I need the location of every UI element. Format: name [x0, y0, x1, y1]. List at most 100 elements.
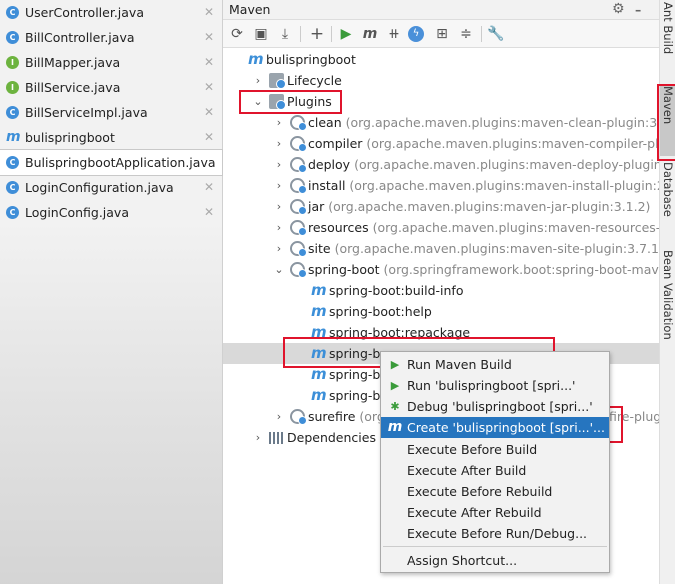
tree-node-label: spring-boot (org.springframework.boot:sp…: [308, 259, 659, 280]
tree-node[interactable]: ⌄ spring-boot (org.springframework.boot:s…: [223, 259, 659, 280]
file-tab[interactable]: C LoginConfiguration.java ✕: [0, 175, 222, 200]
close-icon[interactable]: ✕: [204, 100, 214, 125]
tree-node[interactable]: › resources (org.apache.maven.plugins:mav…: [223, 217, 659, 238]
close-icon[interactable]: ✕: [204, 25, 214, 50]
menu-item[interactable]: ▶ Run Maven Build: [381, 354, 609, 375]
plugin-icon: [290, 115, 307, 131]
file-tab[interactable]: C BillController.java ✕: [0, 25, 222, 50]
node-coordinates: (org.apache.maven.plugins:maven-compiler…: [366, 136, 659, 151]
file-tab[interactable]: C LoginConfig.java ✕: [0, 200, 222, 225]
chevron-right-icon[interactable]: ›: [273, 112, 285, 133]
menu-item[interactable]: m Create 'bulispringboot [spri...'...: [381, 417, 609, 438]
menu-item[interactable]: Execute After Rebuild: [381, 502, 609, 523]
tree-node[interactable]: › install (org.apache.maven.plugins:maven…: [223, 175, 659, 196]
execute-goal-icon[interactable]: m: [360, 24, 380, 44]
tool-tab-database[interactable]: Database: [660, 162, 675, 234]
spring-class-icon: C: [6, 156, 19, 169]
file-name: BillController.java: [25, 30, 135, 45]
chevron-right-icon[interactable]: ›: [273, 175, 285, 196]
close-icon[interactable]: ✕: [204, 75, 214, 100]
tree-node-label: spring-boot:repackage: [329, 322, 470, 343]
plugin-icon: [290, 262, 307, 278]
wrench-icon[interactable]: 🔧: [486, 24, 506, 44]
tree-node[interactable]: m bulispringboot: [223, 49, 659, 70]
tool-tab-bean-validation[interactable]: Bean Validation: [660, 250, 675, 360]
tree-node[interactable]: › Lifecycle: [223, 70, 659, 91]
node-name: bulispringboot: [266, 52, 356, 67]
menu-item[interactable]: ▶ Run 'bulispringboot [spri...': [381, 375, 609, 396]
tree-node-label: install (org.apache.maven.plugins:maven-…: [308, 175, 659, 196]
file-tab[interactable]: m bulispringboot ✕: [0, 125, 222, 150]
run-icon: ▶: [390, 358, 400, 371]
skip-tests-icon[interactable]: ⧺: [384, 24, 404, 44]
maven-goal-icon: m: [311, 323, 327, 341]
chevron-right-icon[interactable]: ›: [273, 406, 285, 427]
reload-icon[interactable]: ⟳: [227, 24, 247, 44]
node-name: clean: [308, 115, 342, 130]
chevron-down-icon[interactable]: ⌄: [273, 259, 285, 280]
chevron-right-icon[interactable]: ›: [252, 427, 264, 448]
file-name: LoginConfig.java: [25, 205, 129, 220]
maven-icon: m: [6, 129, 21, 145]
show-dependencies-icon[interactable]: ⊞: [432, 24, 452, 44]
download-icon[interactable]: ⤓: [275, 24, 295, 44]
chevron-right-icon[interactable]: ›: [273, 217, 285, 238]
tree-node[interactable]: m spring-boot:repackage: [223, 322, 659, 343]
menu-item-label: Execute After Build: [407, 463, 527, 478]
folder-icon: [269, 94, 286, 110]
menu-item[interactable]: Execute After Build: [381, 460, 609, 481]
menu-item[interactable]: Execute Before Build: [381, 439, 609, 460]
node-name: site: [308, 241, 331, 256]
file-tab[interactable]: C UserController.java ✕: [0, 0, 222, 25]
menu-item[interactable]: Assign Shortcut...: [381, 550, 609, 571]
file-tab[interactable]: C BillServiceImpl.java ✕: [0, 100, 222, 125]
tree-node-label: deploy (org.apache.maven.plugins:maven-d…: [308, 154, 659, 175]
tree-node[interactable]: m spring-boot:build-info: [223, 280, 659, 301]
class-icon: C: [6, 6, 19, 19]
add-folder-icon[interactable]: ▣: [251, 24, 271, 44]
close-icon[interactable]: ✕: [204, 0, 214, 25]
maven-goal-icon: m: [311, 365, 327, 383]
folder-icon: [269, 73, 286, 89]
maven-goal-icon: m: [311, 386, 327, 404]
tree-node[interactable]: › jar (org.apache.maven.plugins:maven-jar…: [223, 196, 659, 217]
close-icon[interactable]: ✕: [204, 125, 214, 150]
menu-item[interactable]: ✱ Debug 'bulispringboot [spri...': [381, 396, 609, 417]
tree-node-label: Dependencies: [287, 427, 376, 448]
close-icon[interactable]: ✕: [204, 50, 214, 75]
menu-item[interactable]: Execute Before Run/Debug...: [381, 523, 609, 544]
plugin-icon: [290, 157, 307, 173]
menu-item[interactable]: Execute Before Rebuild: [381, 481, 609, 502]
file-tab[interactable]: I BillService.java ✕: [0, 75, 222, 100]
chevron-right-icon[interactable]: ›: [273, 196, 285, 217]
tree-node[interactable]: › site (org.apache.maven.plugins:maven-si…: [223, 238, 659, 259]
menu-separator: [383, 546, 607, 547]
collapse-all-icon[interactable]: ≑: [456, 24, 476, 44]
chevron-right-icon[interactable]: ›: [273, 154, 285, 175]
offline-mode-icon[interactable]: ϟ: [408, 26, 424, 42]
interface-icon: I: [6, 56, 19, 69]
tree-node[interactable]: › deploy (org.apache.maven.plugins:maven-…: [223, 154, 659, 175]
tool-tab-ant-build[interactable]: Ant Build: [660, 2, 675, 72]
chevron-right-icon[interactable]: ›: [252, 70, 264, 91]
node-name: spring-boot:build-info: [329, 283, 464, 298]
file-tab[interactable]: I BillMapper.java ✕: [0, 50, 222, 75]
file-name: BillServiceImpl.java: [25, 105, 148, 120]
node-coordinates: (org.apache.maven.plugins:maven-jar-plug…: [328, 199, 651, 214]
close-icon[interactable]: ✕: [204, 200, 214, 225]
chevron-right-icon[interactable]: ›: [273, 238, 285, 259]
run-icon[interactable]: ▶: [336, 24, 356, 44]
gear-icon[interactable]: ⚙: [612, 0, 625, 19]
minimize-icon[interactable]: –: [635, 0, 641, 19]
chevron-right-icon[interactable]: ›: [273, 133, 285, 154]
tool-tab-maven[interactable]: Maven: [660, 86, 675, 156]
tree-node[interactable]: › clean (org.apache.maven.plugins:maven-c…: [223, 112, 659, 133]
tree-node[interactable]: ⌄ Plugins: [223, 91, 659, 112]
tree-node[interactable]: › compiler (org.apache.maven.plugins:mave…: [223, 133, 659, 154]
tree-node[interactable]: m spring-boot:help: [223, 301, 659, 322]
chevron-down-icon[interactable]: ⌄: [252, 91, 264, 112]
file-tab[interactable]: C BulispringbootApplication.java: [0, 149, 223, 176]
add-icon[interactable]: +: [307, 24, 327, 44]
maven-goal-icon: m: [311, 281, 327, 299]
close-icon[interactable]: ✕: [204, 175, 214, 200]
